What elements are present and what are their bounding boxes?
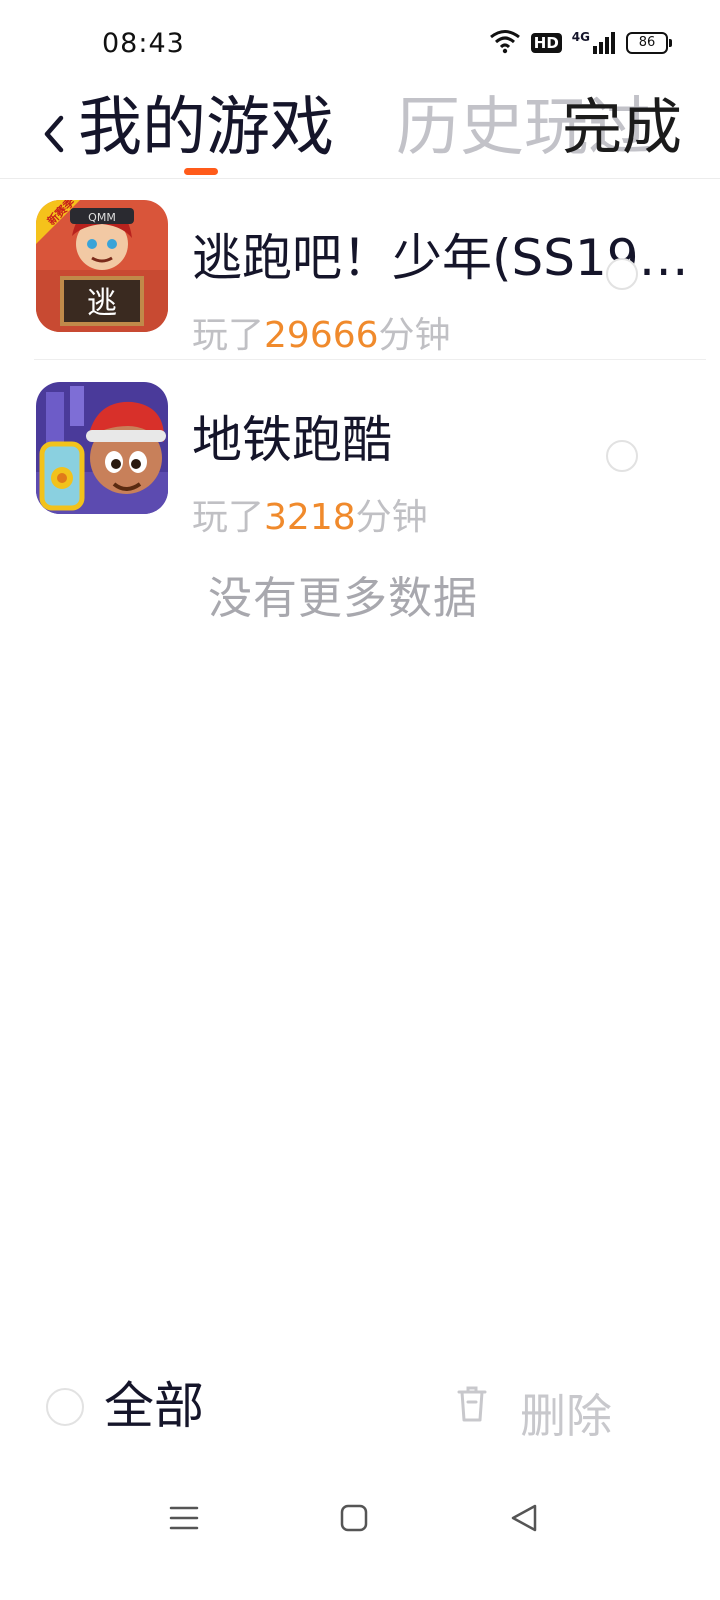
game-icon-escape: QMM 逃 新赛季	[36, 200, 168, 332]
played-suffix: 分钟	[355, 497, 428, 538]
tab-my-games[interactable]: 我的游戏	[78, 90, 334, 166]
played-prefix: 玩了	[192, 497, 265, 538]
status-icons: HD 4G 86	[489, 28, 672, 58]
menu-button[interactable]	[164, 1498, 204, 1538]
played-prefix: 玩了	[192, 315, 265, 356]
delete-button[interactable]: 删除	[520, 1386, 612, 1446]
select-radio[interactable]	[606, 440, 638, 472]
no-more-data-text: 没有更多数据	[208, 573, 478, 624]
done-button[interactable]: 完成	[562, 90, 682, 166]
tab-indicator	[184, 168, 218, 175]
system-nav-bar	[0, 1480, 720, 1560]
home-icon	[340, 1504, 368, 1532]
home-button[interactable]	[334, 1498, 374, 1538]
cell-signal-icon: 4G	[572, 31, 616, 55]
game-playtime: 玩了29666分钟	[192, 314, 451, 358]
menu-icon	[169, 1506, 199, 1530]
played-minutes: 3218	[264, 497, 356, 538]
select-all-radio[interactable]	[46, 1388, 84, 1426]
wifi-icon	[489, 28, 521, 58]
triangle-back-icon	[511, 1504, 537, 1532]
played-minutes: 29666	[264, 315, 379, 356]
back-nav-button[interactable]	[504, 1498, 544, 1538]
hd-badge: HD	[530, 33, 562, 53]
select-all-label[interactable]: 全部	[104, 1374, 204, 1438]
icon-tag-text: QMM	[88, 211, 116, 224]
trash-icon	[456, 1384, 488, 1428]
game-icon-subway-surfers	[36, 382, 168, 514]
bottom-action-bar: 全部 删除	[0, 1370, 720, 1450]
game-list: QMM 逃 新赛季 逃跑吧！少年(SS19… 玩了29666分钟 地铁跑酷 玩了…	[0, 178, 720, 542]
back-button[interactable]	[34, 104, 74, 164]
game-row[interactable]: 地铁跑酷 玩了3218分钟	[0, 360, 720, 542]
played-suffix: 分钟	[378, 315, 451, 356]
battery-icon: 86	[626, 32, 672, 54]
header: 我的游戏 历史玩过 完成	[0, 88, 720, 179]
game-playtime: 玩了3218分钟	[192, 496, 428, 540]
status-time: 08:43	[102, 28, 185, 59]
game-row[interactable]: QMM 逃 新赛季 逃跑吧！少年(SS19… 玩了29666分钟	[0, 178, 720, 360]
icon-main-text: 逃	[87, 286, 117, 321]
select-radio[interactable]	[606, 258, 638, 290]
status-bar: 08:43 HD 4G 86	[0, 0, 720, 88]
network-type-label: 4G	[571, 30, 590, 44]
chevron-left-icon	[44, 115, 64, 153]
